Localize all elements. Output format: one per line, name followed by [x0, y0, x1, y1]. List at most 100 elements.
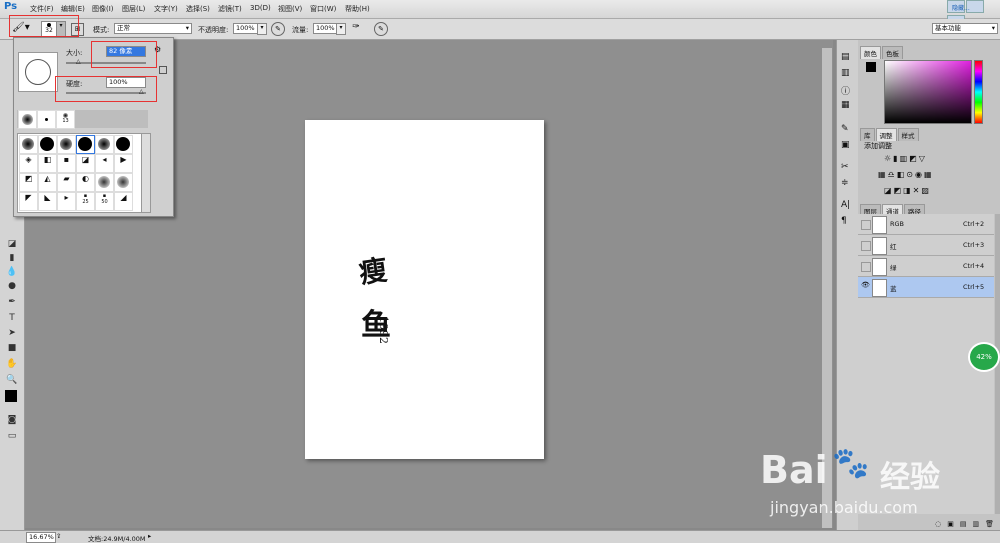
- gradient-tool-icon[interactable]: ▮: [5, 252, 19, 264]
- zoom-tool-icon[interactable]: 🔍: [5, 374, 19, 386]
- info-icon[interactable]: ⓘ: [841, 84, 850, 97]
- menu-edit[interactable]: 编辑(E): [61, 4, 85, 14]
- character-icon[interactable]: A|: [841, 200, 850, 210]
- preset-grid-scrollbar[interactable]: [141, 133, 151, 213]
- tab-libraries[interactable]: 库: [860, 128, 875, 141]
- brush-preset[interactable]: ▪ 50: [95, 192, 114, 211]
- menu-window[interactable]: 窗口(W): [310, 4, 336, 14]
- menu-help[interactable]: 帮助(H): [345, 4, 370, 14]
- eraser-tool-icon[interactable]: ◪: [5, 238, 19, 250]
- new-preset-icon[interactable]: [159, 66, 167, 74]
- brush-preset[interactable]: ◂: [95, 154, 114, 173]
- visibility-toggle[interactable]: [861, 220, 871, 230]
- airbrush-icon[interactable]: ✑: [350, 22, 362, 34]
- adjust-sliders-icon[interactable]: ≑: [841, 178, 849, 188]
- brush-preset[interactable]: ◭: [38, 173, 57, 192]
- brush-preset[interactable]: ▪: [57, 154, 76, 173]
- opacity-input[interactable]: 100%: [233, 23, 259, 34]
- menu-filter[interactable]: 滤镜(T): [218, 4, 242, 14]
- brush-preset[interactable]: ▸: [57, 192, 76, 211]
- menu-view[interactable]: 视图(V): [278, 4, 302, 14]
- hand-tool-icon[interactable]: ✋: [5, 358, 19, 370]
- brush-preset-selected[interactable]: [76, 135, 95, 154]
- brush-preset[interactable]: ◢: [114, 192, 133, 211]
- menu-select[interactable]: 选择(S): [186, 4, 210, 14]
- adjustment-icons-row-1[interactable]: ☼▮▥◩▽: [884, 154, 927, 163]
- brush-preset[interactable]: [38, 135, 57, 154]
- quick-mask-icon[interactable]: ◙: [5, 414, 19, 426]
- brush-preset[interactable]: ◐: [76, 173, 95, 192]
- tab-swatches[interactable]: 色板: [882, 46, 903, 59]
- status-bar: 16.67% ⇪ 文档:24.9M/4.00M ▸: [0, 530, 1000, 543]
- brush-preset[interactable]: [95, 173, 114, 192]
- brush-preset[interactable]: ▰: [57, 173, 76, 192]
- pressure-size-icon[interactable]: ✎: [374, 22, 388, 36]
- actions-icon[interactable]: ▥: [841, 68, 850, 78]
- tool-presets-icon[interactable]: ✂: [841, 162, 849, 172]
- menu-layer[interactable]: 图层(L): [122, 4, 145, 14]
- opacity-dropdown[interactable]: ▾: [257, 23, 267, 35]
- flow-dropdown[interactable]: ▾: [336, 23, 346, 35]
- menu-type[interactable]: 文字(Y): [154, 4, 178, 14]
- brush-preset[interactable]: ◈: [19, 154, 38, 173]
- foreground-color-swatch[interactable]: [866, 62, 876, 72]
- menu-image[interactable]: 图像(I): [92, 4, 114, 14]
- brush-preset[interactable]: [114, 135, 133, 154]
- blur-tool-icon[interactable]: 💧: [5, 266, 19, 278]
- export-icon[interactable]: ⇪: [56, 532, 61, 540]
- menu-3d[interactable]: 3D(D): [250, 4, 271, 12]
- brush-preset[interactable]: [19, 135, 38, 154]
- workspace-select[interactable]: 基本功能 ▾: [932, 23, 998, 34]
- top-right-link[interactable]: 隐藏...: [952, 3, 970, 12]
- adjustment-icons-row-2[interactable]: ▦♎◧⊙◉▦: [878, 170, 934, 179]
- path-select-tool-icon[interactable]: ➤: [5, 327, 19, 339]
- zoom-field[interactable]: 16.67%: [26, 532, 56, 543]
- recent-brush-1[interactable]: [18, 110, 37, 129]
- menu-file[interactable]: 文件(F): [30, 4, 54, 14]
- foreground-color-swatch[interactable]: [5, 390, 17, 402]
- tab-color[interactable]: 颜色: [860, 46, 881, 59]
- brush-preset[interactable]: [57, 135, 76, 154]
- brush-preset[interactable]: [114, 173, 133, 192]
- properties-icon[interactable]: ▦: [841, 100, 850, 110]
- brush-panel-icon[interactable]: ✎: [841, 124, 849, 134]
- mode-select[interactable]: 正常 ▾: [114, 23, 192, 34]
- pressure-opacity-icon[interactable]: ✎: [271, 22, 285, 36]
- dodge-tool-icon[interactable]: ●: [5, 280, 19, 292]
- adjustment-icons-row-3[interactable]: ◪◩◨✕▨: [884, 186, 931, 195]
- color-picker-field[interactable]: [884, 60, 972, 124]
- brush-preset[interactable]: ▶: [114, 154, 133, 173]
- hue-slider[interactable]: [974, 60, 983, 124]
- shape-tool-icon[interactable]: ■: [5, 342, 19, 354]
- clone-source-icon[interactable]: ▣: [841, 140, 850, 150]
- pen-tool-icon[interactable]: ✒: [5, 296, 19, 308]
- visibility-toggle[interactable]: [861, 241, 871, 251]
- brush-preset[interactable]: ◪: [76, 154, 95, 173]
- brush-preset[interactable]: ◧: [38, 154, 57, 173]
- history-icon[interactable]: ▤: [841, 52, 850, 62]
- brush-preset[interactable]: ◣: [38, 192, 57, 211]
- recent-brush-2[interactable]: [37, 110, 56, 129]
- document-canvas[interactable]: 瘦 鱼 1992: [305, 120, 544, 459]
- tab-adjustments[interactable]: 调整: [875, 128, 897, 141]
- channel-name: 蓝: [890, 285, 897, 293]
- brush-preset[interactable]: [95, 135, 114, 154]
- tab-styles[interactable]: 样式: [897, 128, 919, 141]
- brush-preset[interactable]: ◤: [19, 192, 38, 211]
- visibility-toggle[interactable]: [861, 262, 871, 272]
- recent-brush-3[interactable]: 13: [56, 110, 75, 129]
- channel-row-rgb[interactable]: RGB Ctrl+2: [858, 214, 994, 235]
- brush-angle-preview[interactable]: [18, 52, 58, 92]
- screen-mode-icon[interactable]: ▭: [5, 430, 19, 442]
- size-slider-thumb[interactable]: △: [76, 58, 81, 65]
- channel-shortcut: Ctrl+5: [963, 283, 985, 291]
- paragraph-icon[interactable]: ¶: [841, 216, 847, 226]
- channel-row-blue-selected[interactable]: 👁 蓝 Ctrl+5: [858, 277, 994, 298]
- brush-preset[interactable]: ▪ 25: [76, 192, 95, 211]
- brush-preset[interactable]: ◩: [19, 173, 38, 192]
- eye-icon[interactable]: 👁: [861, 281, 870, 289]
- status-menu-arrow-icon[interactable]: ▸: [148, 532, 151, 540]
- channel-row-green[interactable]: 绿 Ctrl+4: [858, 256, 994, 277]
- channel-row-red[interactable]: 红 Ctrl+3: [858, 235, 994, 256]
- type-tool-icon[interactable]: T: [5, 312, 19, 324]
